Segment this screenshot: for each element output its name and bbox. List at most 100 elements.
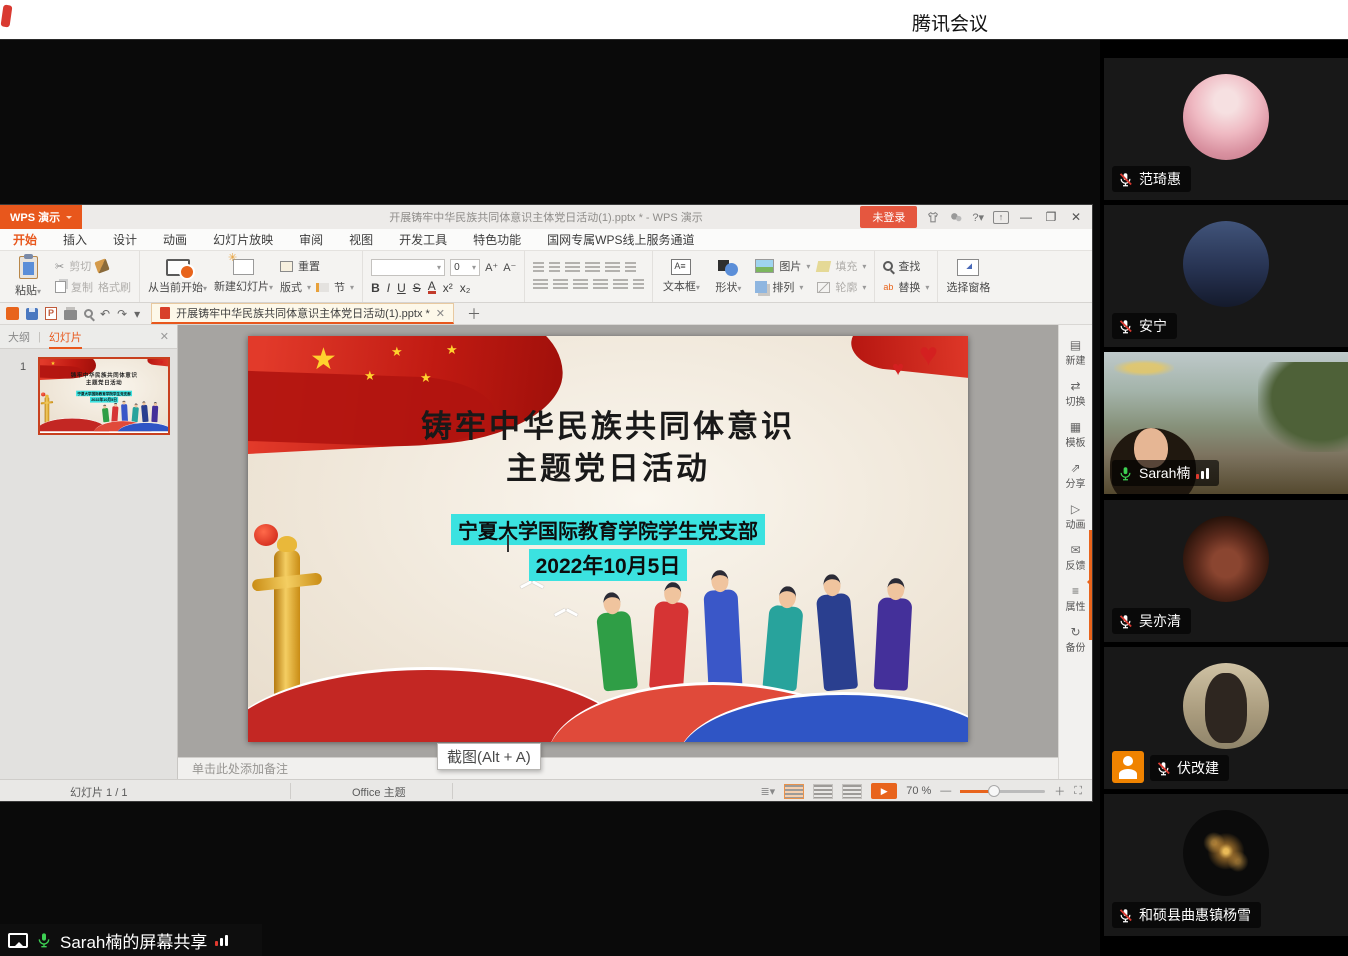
redo-icon[interactable]: ↷ — [117, 307, 127, 321]
bold-button[interactable]: B — [371, 281, 380, 295]
minimize-button[interactable]: — — [1018, 210, 1034, 224]
strikethrough-button[interactable]: S — [413, 281, 421, 295]
underline-button[interactable]: U — [397, 281, 406, 295]
sidebar-item-feedback[interactable]: ✉反馈 — [1066, 544, 1086, 572]
shapes-button[interactable]: 形状▾ — [708, 259, 748, 295]
format-painter-button[interactable]: 格式刷 — [98, 279, 131, 295]
copy-button[interactable]: 复制 — [71, 279, 93, 295]
reset-button[interactable]: 重置 — [298, 258, 320, 274]
font-color-button[interactable]: A — [428, 281, 436, 294]
sidebar-item-animation[interactable]: ▷动画 — [1066, 503, 1086, 531]
participant-tile[interactable]: 吴亦清 — [1104, 500, 1348, 642]
help-icon[interactable]: ?▾ — [972, 211, 984, 224]
wps-app-tab[interactable]: WPS 演示 — [0, 205, 82, 229]
notes-input[interactable]: 单击此处添加备注 — [178, 757, 1058, 779]
paste-button[interactable]: 粘贴▾ — [8, 256, 48, 298]
italic-button[interactable]: I — [387, 281, 390, 295]
menu-tab-animation[interactable]: 动画 — [150, 229, 200, 251]
menu-tab-devtools[interactable]: 开发工具 — [386, 229, 460, 251]
layout-button[interactable]: 版式 — [280, 279, 302, 295]
text-direction-icon[interactable] — [625, 262, 636, 274]
slideshow-play-button[interactable]: ▶ — [871, 783, 897, 799]
menu-tab-review[interactable]: 审阅 — [286, 229, 336, 251]
participant-tile-active-speaker[interactable]: Sarah楠 — [1104, 352, 1348, 494]
play-from-current-button[interactable]: 从当前开始▾ — [148, 259, 207, 295]
selection-pane-button[interactable]: 选择窗格 — [946, 259, 990, 295]
align-right-icon[interactable] — [573, 279, 588, 291]
feedback-icon[interactable] — [949, 211, 963, 224]
arrange-button[interactable]: 排列 — [772, 279, 794, 295]
maximize-button[interactable]: ❐ — [1043, 210, 1059, 224]
zoom-slider-knob[interactable] — [988, 785, 1000, 797]
panel-close-icon[interactable]: ✕ — [160, 330, 169, 343]
panel-tab-slides[interactable]: 幻灯片 — [49, 329, 82, 349]
participant-tile[interactable]: 和硕县曲惠镇杨雪 — [1104, 794, 1348, 936]
sidebar-item-template[interactable]: ▦模板 — [1066, 421, 1086, 449]
sidebar-item-new[interactable]: ▤新建 — [1066, 339, 1086, 367]
sidebar-item-switch[interactable]: ⇄切换 — [1066, 380, 1086, 408]
participant-tile[interactable]: 安宁 — [1104, 205, 1348, 347]
cut-button[interactable]: 剪切 — [69, 258, 91, 274]
decrease-indent-icon[interactable] — [565, 262, 580, 274]
participant-tile[interactable]: 伏改建 — [1104, 647, 1348, 789]
subscript-button[interactable]: x₂ — [460, 281, 471, 295]
save-icon[interactable] — [26, 308, 38, 320]
slide-sorter-view-button[interactable] — [813, 784, 833, 799]
fill-button[interactable]: 填充 — [835, 258, 857, 274]
outline-button[interactable]: 轮廓 — [835, 279, 857, 295]
toolbar-collapse-arrow-icon[interactable] — [1082, 577, 1092, 587]
reading-view-button[interactable] — [842, 784, 862, 799]
grow-font-button[interactable]: A⁺ — [485, 261, 498, 274]
zoom-out-icon[interactable]: — — [940, 785, 951, 797]
slide-canvas[interactable]: ★ ★ ★ ★ ★ ♥ ♥ 铸牢中华民族共同体意识 主题党日活动 宁夏大学国际教… — [248, 336, 968, 742]
section-button[interactable]: 节 — [334, 279, 345, 295]
close-button[interactable]: ✕ — [1068, 210, 1084, 224]
numbered-list-icon[interactable] — [549, 262, 560, 274]
normal-view-button[interactable] — [784, 784, 804, 799]
find-button[interactable]: 查找 — [898, 258, 920, 274]
login-button[interactable]: 未登录 — [860, 206, 917, 228]
print-preview-icon[interactable] — [84, 309, 93, 318]
undo-icon[interactable]: ↶ — [100, 307, 110, 321]
menu-tab-slideshow[interactable]: 幻灯片放映 — [200, 229, 286, 251]
panel-tab-outline[interactable]: 大纲 — [8, 329, 30, 345]
distribute-icon[interactable] — [613, 279, 628, 291]
sidebar-item-backup[interactable]: ↻备份 — [1066, 626, 1086, 654]
bullet-list-icon[interactable] — [533, 262, 544, 274]
justify-icon[interactable] — [593, 279, 608, 291]
font-size-combobox[interactable]: 0▾ — [450, 259, 480, 276]
replace-button[interactable]: 替换 — [898, 279, 920, 295]
menu-tab-insert[interactable]: 插入 — [50, 229, 100, 251]
increase-indent-icon[interactable] — [585, 262, 600, 274]
menu-tab-service-channel[interactable]: 国网专属WPS线上服务通道 — [534, 229, 707, 251]
align-center-icon[interactable] — [553, 279, 568, 291]
menu-tab-design[interactable]: 设计 — [100, 229, 150, 251]
line-spacing-icon[interactable] — [633, 279, 644, 291]
slide-title[interactable]: 铸牢中华民族共同体意识 主题党日活动 — [248, 406, 968, 490]
superscript-button[interactable]: x² — [443, 281, 453, 295]
theme-skin-icon[interactable] — [926, 211, 940, 224]
menu-tab-view[interactable]: 视图 — [336, 229, 386, 251]
close-document-icon[interactable]: ✕ — [436, 307, 445, 320]
sidebar-item-share[interactable]: ⇗分享 — [1066, 462, 1086, 490]
new-document-tab-icon[interactable]: ＋ — [467, 304, 481, 324]
participant-tile[interactable]: 范琦惠 — [1104, 58, 1348, 200]
picture-button[interactable]: 图片 — [779, 258, 801, 274]
document-tab[interactable]: 开展铸牢中华民族共同体意识主体党日活动(1).pptx * ✕ — [151, 303, 454, 324]
menu-tab-special[interactable]: 特色功能 — [460, 229, 534, 251]
quick-access-dropdown-icon[interactable]: ▾ — [134, 307, 140, 321]
print-icon[interactable] — [64, 310, 77, 320]
slide-thumbnail[interactable]: ★ ♥ 铸牢中华民族共同体意识主题党日活动 宁夏大学国际教育学院学生党支部 20… — [38, 357, 170, 435]
menu-tab-home[interactable]: 开始 — [0, 229, 50, 251]
zoom-slider[interactable] — [960, 790, 1045, 793]
slide-subtitle-date[interactable]: 2022年10月5日 — [248, 549, 968, 581]
zoom-in-icon[interactable]: ＋ — [1054, 783, 1065, 799]
new-slide-button[interactable]: 新建幻灯片▾ — [214, 259, 273, 294]
file-menu-icon[interactable] — [6, 307, 19, 320]
fit-to-window-icon[interactable]: ⛶ — [1074, 785, 1082, 798]
sidebar-item-properties[interactable]: ≡属性 — [1066, 585, 1086, 613]
shrink-font-button[interactable]: A⁻ — [503, 261, 516, 274]
align-left-icon[interactable] — [533, 279, 548, 291]
columns-icon[interactable] — [605, 262, 620, 274]
collapse-ribbon-icon[interactable]: ↑ — [993, 211, 1009, 224]
